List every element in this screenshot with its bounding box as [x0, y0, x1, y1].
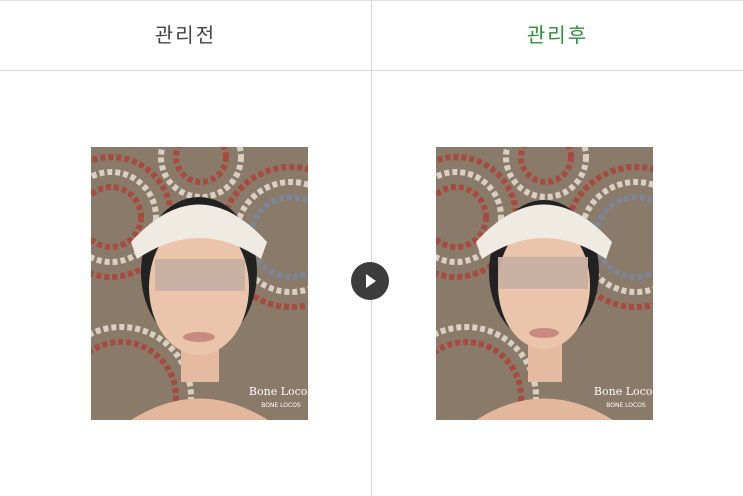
next-arrow-button[interactable] [351, 262, 389, 300]
before-title: 관리전 [154, 23, 217, 47]
watermark-after: Bone Locos [594, 385, 653, 398]
column-divider [371, 0, 372, 496]
play-arrow-icon [366, 274, 376, 288]
watermark-before: Bone Locos [249, 385, 308, 398]
watermark-sub-before: BONE LOCOS [261, 402, 301, 409]
before-after-comparison: 관리전 관리후 Bone Locos BONE LOCOS Bone Locos… [0, 0, 743, 496]
before-photo: Bone Locos BONE LOCOS [91, 147, 308, 420]
after-photo: Bone Locos BONE LOCOS [436, 147, 653, 420]
watermark-sub-after: BONE LOCOS [606, 402, 646, 409]
after-title: 관리후 [526, 23, 589, 47]
